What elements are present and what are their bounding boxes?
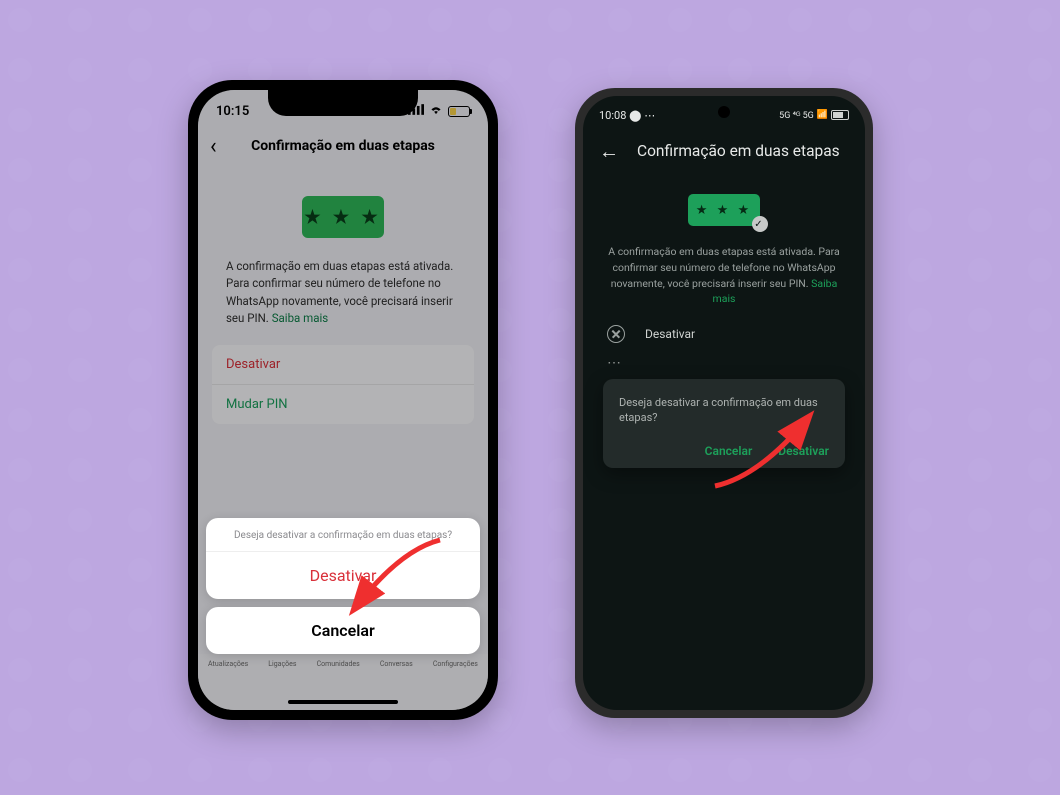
disable-label: Desativar (645, 327, 695, 341)
back-arrow-icon[interactable]: ← (599, 139, 619, 164)
disable-row[interactable]: Desativar (583, 307, 865, 355)
status-more-icon: ⋯ (644, 109, 655, 122)
signal-icon: 📶 (817, 110, 828, 120)
ios-action-sheet: Deseja desativar a confirmação em duas e… (206, 518, 480, 654)
android-time: 10:08 (599, 109, 626, 122)
iphone-frame: 10:15 ‹ Confirmação em duas etapas ★ ★ ★… (188, 80, 498, 720)
android-camera-punch (718, 106, 730, 118)
background-pattern (0, 0, 1060, 795)
battery-icon (831, 110, 849, 120)
home-indicator (288, 700, 398, 704)
sheet-question: Deseja desativar a confirmação em duas e… (206, 518, 480, 552)
android-screen: 10:08 ⬤ ⋯ 5G ⁴ᴳ 5G 📶 ← Confirmação em du… (583, 96, 865, 710)
page-title: Confirmação em duas etapas (637, 142, 840, 160)
description-text: A confirmação em duas etapas está ativad… (608, 245, 840, 290)
sheet-disable-button[interactable]: Desativar (206, 552, 480, 599)
android-frame: 10:08 ⬤ ⋯ 5G ⁴ᴳ 5G 📶 ← Confirmação em du… (575, 88, 873, 718)
dialog-confirm-button[interactable]: Desativar (778, 444, 829, 458)
action-sheet-card: Deseja desativar a confirmação em duas e… (206, 518, 480, 599)
android-confirm-dialog: Deseja desativar a confirmação em duas e… (603, 379, 845, 468)
sheet-cancel-button[interactable]: Cancelar (206, 607, 480, 654)
close-circle-icon (607, 325, 625, 343)
pin-stars: ★ ★ ★ (696, 203, 752, 218)
iphone-screen: 10:15 ‹ Confirmação em duas etapas ★ ★ ★… (198, 90, 488, 710)
dialog-message: Deseja desativar a confirmação em duas e… (619, 395, 829, 426)
two-step-description: A confirmação em duas etapas está ativad… (583, 244, 865, 307)
pin-badge: ★ ★ ★ ✓ (688, 194, 760, 226)
status-bullet-icon: ⬤ (629, 109, 644, 122)
network-status: 5G ⁴ᴳ 5G (779, 110, 814, 121)
android-nav-header: ← Confirmação em duas etapas (583, 128, 865, 174)
pin-dots-icon: ⋯ (583, 355, 865, 371)
check-icon: ✓ (752, 216, 768, 232)
iphone-notch (268, 90, 418, 116)
dialog-cancel-button[interactable]: Cancelar (705, 444, 753, 458)
